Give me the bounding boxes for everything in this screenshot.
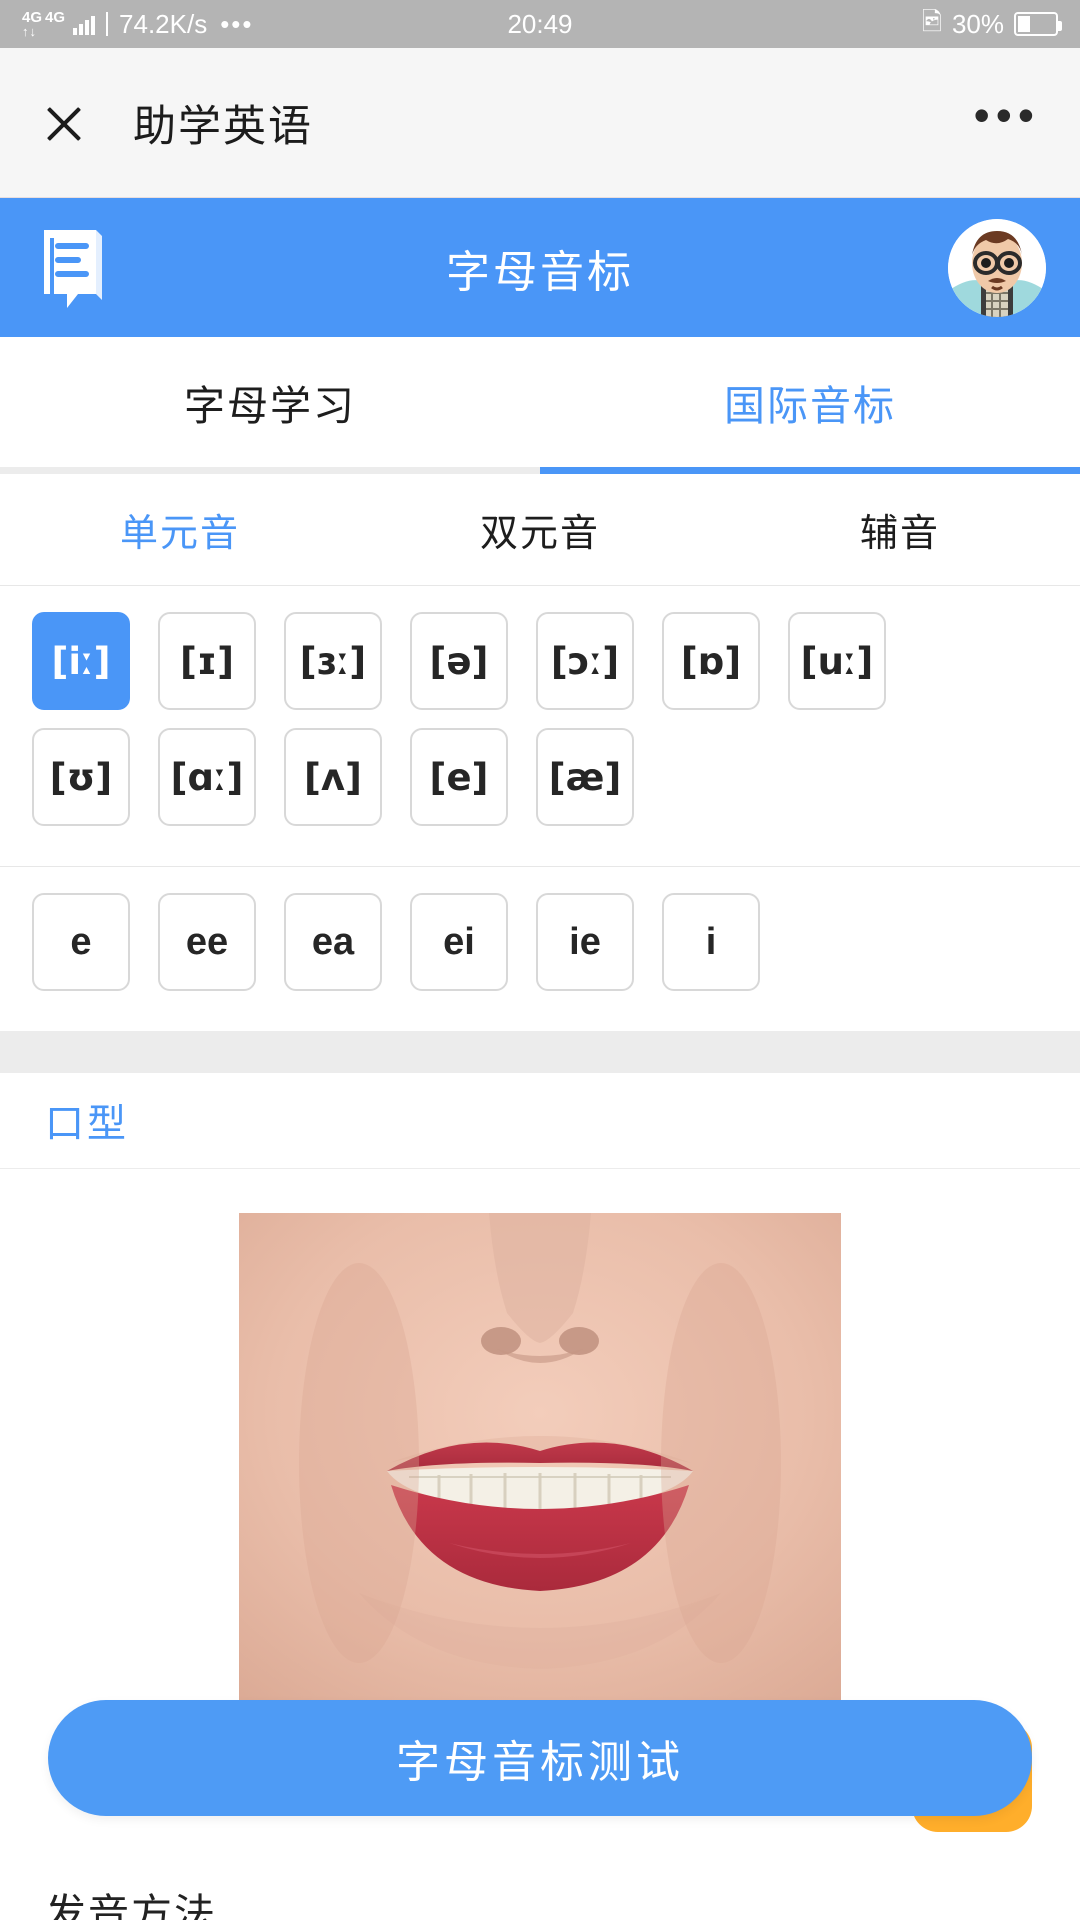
spelling-cell: e (18, 893, 144, 991)
app-header-bar: 字母音标 (0, 198, 1080, 337)
subtab-consonant[interactable]: 辅音 (720, 474, 1080, 585)
spelling-cell: ei (396, 893, 522, 991)
phonetic-tile[interactable]: [e] (410, 728, 508, 826)
mouth-photo-container (0, 1169, 1080, 1713)
mouth-pronunciation-photo (239, 1213, 841, 1713)
phonetic-cell: [ɒ] (648, 612, 774, 710)
sub-tab-bar: 单元音 双元音 辅音 (0, 474, 1080, 586)
spelling-cell: ie (522, 893, 648, 991)
tab-international-phonetics[interactable]: 国际音标 (540, 337, 1080, 467)
spelling-tile[interactable]: i (662, 893, 760, 991)
spelling-row: e ee ea ei ie i (18, 893, 1062, 1009)
app-bar-title: 字母音标 (446, 247, 634, 297)
subtab-monophthong[interactable]: 单元音 (0, 474, 360, 585)
mouth-shape-section-title: 口型 (0, 1073, 1080, 1169)
phonetic-cell: [æ] (522, 728, 648, 826)
main-tab-bar: 字母学习 国际音标 (0, 337, 1080, 467)
section-separator-band (0, 1031, 1080, 1073)
close-icon[interactable] (40, 99, 88, 147)
cta-zone: 字母音标测试 (0, 1700, 1080, 1832)
tab-indicator-right (540, 467, 1080, 474)
status-bar: 4G 4G ↑↓ 74.2K/s ••• 20:49 🖻 30% (0, 0, 1080, 48)
spelling-cell: i (648, 893, 774, 991)
tab-indicator-left (0, 467, 540, 474)
phonetic-row-2: [ʊ] [ɑː] [ʌ] [e] [æ] (18, 728, 1062, 844)
page-title: 助学英语 (133, 102, 313, 151)
phonetic-tile[interactable]: [ɒ] (662, 612, 760, 710)
spelling-tile[interactable]: e (32, 893, 130, 991)
pronunciation-method-title: 发音方法 (45, 1891, 217, 1920)
phonetic-row-1: [iː] [ɪ] [ɜː] [ə] [ɔː] [ɒ] [uː] (18, 612, 1062, 728)
tab-letter-study[interactable]: 字母学习 (0, 337, 540, 467)
phonetic-tile[interactable]: [uː] (788, 612, 886, 710)
spelling-grid: e ee ea ei ie i (0, 867, 1080, 1031)
phonetic-tile[interactable]: [ʊ] (32, 728, 130, 826)
subtab-diphthong[interactable]: 双元音 (360, 474, 720, 585)
tab-indicator (0, 467, 1080, 474)
spelling-tile[interactable]: ea (284, 893, 382, 991)
phonetic-cell: [e] (396, 728, 522, 826)
phonetic-tile[interactable]: [ɑː] (158, 728, 256, 826)
more-options-icon[interactable]: ••• (974, 92, 1040, 139)
spelling-tile[interactable]: ei (410, 893, 508, 991)
phonetic-cell: [ə] (396, 612, 522, 710)
spelling-cell: ee (144, 893, 270, 991)
phonetic-symbol-grid: [iː] [ɪ] [ɜː] [ə] [ɔː] [ɒ] [uː] [ʊ] [ɑː]… (0, 586, 1080, 866)
phonetic-cell: [ɔː] (522, 612, 648, 710)
phonetic-cell: [ʊ] (18, 728, 144, 826)
phonetic-cell: [iː] (18, 612, 144, 710)
status-bar-clock: 20:49 (507, 8, 573, 39)
phonetic-cell: [ɑː] (144, 728, 270, 826)
phonetic-tile[interactable]: [iː] (32, 612, 130, 710)
spelling-tile[interactable]: ie (536, 893, 634, 991)
app-screen: 4G 4G ↑↓ 74.2K/s ••• 20:49 🖻 30% 助学英语 ••… (0, 0, 1080, 1920)
phonetic-cell: [ʌ] (270, 728, 396, 826)
phonetics-test-button[interactable]: 字母音标测试 (48, 1700, 1032, 1816)
battery-icon (1014, 12, 1062, 36)
user-avatar[interactable] (948, 218, 1046, 317)
battery-percent: 30% (951, 8, 1004, 39)
phonetic-tile[interactable]: [ɜː] (284, 612, 382, 710)
phonetic-tile[interactable]: [ɔː] (536, 612, 634, 710)
phonetic-tile[interactable]: [ə] (410, 612, 508, 710)
phonetic-cell: [ɪ] (144, 612, 270, 710)
phonetic-cell: [uː] (774, 612, 900, 710)
mini-program-nav-bar: 助学英语 ••• (0, 48, 1080, 198)
phonetic-tile[interactable]: [ɪ] (158, 612, 256, 710)
status-bar-right: 🖻 30% (921, 3, 1062, 46)
spelling-tile[interactable]: ee (158, 893, 256, 991)
spelling-cell: ea (270, 893, 396, 991)
phonetic-cell: [ɜː] (270, 612, 396, 710)
phonetic-tile[interactable]: [æ] (536, 728, 634, 826)
phonetic-tile[interactable]: [ʌ] (284, 728, 382, 826)
bluetooth-icon: 🖻 (921, 7, 942, 36)
